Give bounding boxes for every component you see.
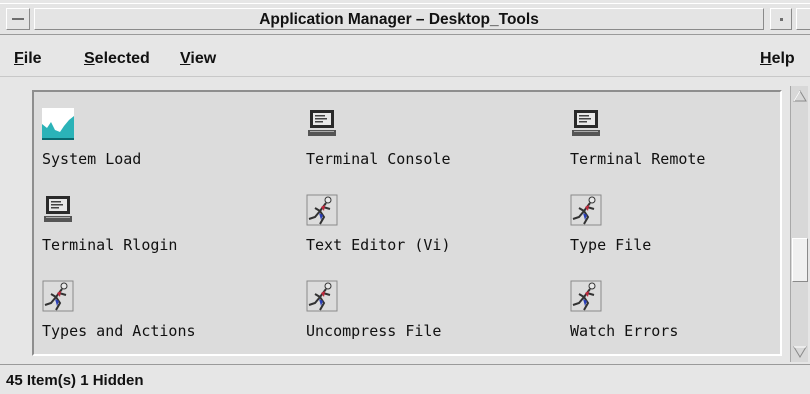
- menu-file[interactable]: File: [14, 50, 42, 68]
- title-bar[interactable]: Application Manager – Desktop_Tools: [0, 3, 810, 35]
- minimize-icon: [780, 18, 783, 21]
- status-text: 45 Item(s) 1 Hidden: [6, 372, 144, 389]
- item-text-editor-vi[interactable]: Text Editor (Vi): [306, 194, 516, 268]
- runner-icon: [306, 194, 338, 226]
- item-label: Terminal Remote: [570, 150, 706, 168]
- status-bar: 45 Item(s) 1 Hidden: [0, 364, 810, 394]
- scrollbar-thumb[interactable]: [792, 238, 808, 282]
- runner-icon: [42, 280, 74, 312]
- item-terminal-console[interactable]: Terminal Console: [306, 108, 516, 182]
- item-label: Types and Actions: [42, 322, 196, 340]
- item-uncompress-file[interactable]: Uncompress File: [306, 280, 516, 354]
- terminal-icon: [572, 110, 600, 136]
- window-title: Application Manager – Desktop_Tools: [34, 8, 764, 30]
- item-system-load[interactable]: System Load: [42, 108, 252, 182]
- item-label: Text Editor (Vi): [306, 236, 451, 254]
- icon-view-pane[interactable]: System Load Terminal Console Terminal Re…: [32, 90, 782, 356]
- runner-icon: [306, 280, 338, 312]
- scroll-down-arrow-icon[interactable]: [792, 344, 808, 360]
- item-label: Uncompress File: [306, 322, 442, 340]
- item-label: System Load: [42, 150, 142, 168]
- item-watch-errors[interactable]: Watch Errors: [570, 280, 780, 354]
- vertical-scrollbar[interactable]: [790, 86, 808, 362]
- window-menu-icon: [12, 18, 24, 20]
- item-label: Watch Errors: [570, 322, 679, 340]
- menu-help[interactable]: Help: [760, 50, 795, 68]
- item-label: Terminal Console: [306, 150, 451, 168]
- item-terminal-rlogin[interactable]: Terminal Rlogin: [42, 194, 252, 268]
- system-load-icon: [42, 108, 74, 140]
- item-label: Type File: [570, 236, 652, 254]
- runner-icon: [570, 280, 602, 312]
- content-area: System Load Terminal Console Terminal Re…: [4, 78, 790, 362]
- application-manager-window: Application Manager – Desktop_Tools File…: [0, 0, 810, 394]
- menu-selected[interactable]: Selected: [84, 50, 150, 68]
- window-menu-button[interactable]: [6, 8, 30, 30]
- menu-bar: File Selected View Help: [0, 35, 810, 77]
- terminal-icon: [44, 196, 72, 222]
- scroll-up-arrow-icon[interactable]: [792, 88, 808, 104]
- terminal-icon: [308, 110, 336, 136]
- item-label: Terminal Rlogin: [42, 236, 178, 254]
- runner-icon: [570, 194, 602, 226]
- item-terminal-remote[interactable]: Terminal Remote: [570, 108, 780, 182]
- maximize-button[interactable]: [796, 8, 810, 30]
- minimize-button[interactable]: [770, 8, 792, 30]
- item-types-and-actions[interactable]: Types and Actions: [42, 280, 252, 354]
- item-type-file[interactable]: Type File: [570, 194, 780, 268]
- menu-view[interactable]: View: [180, 50, 216, 68]
